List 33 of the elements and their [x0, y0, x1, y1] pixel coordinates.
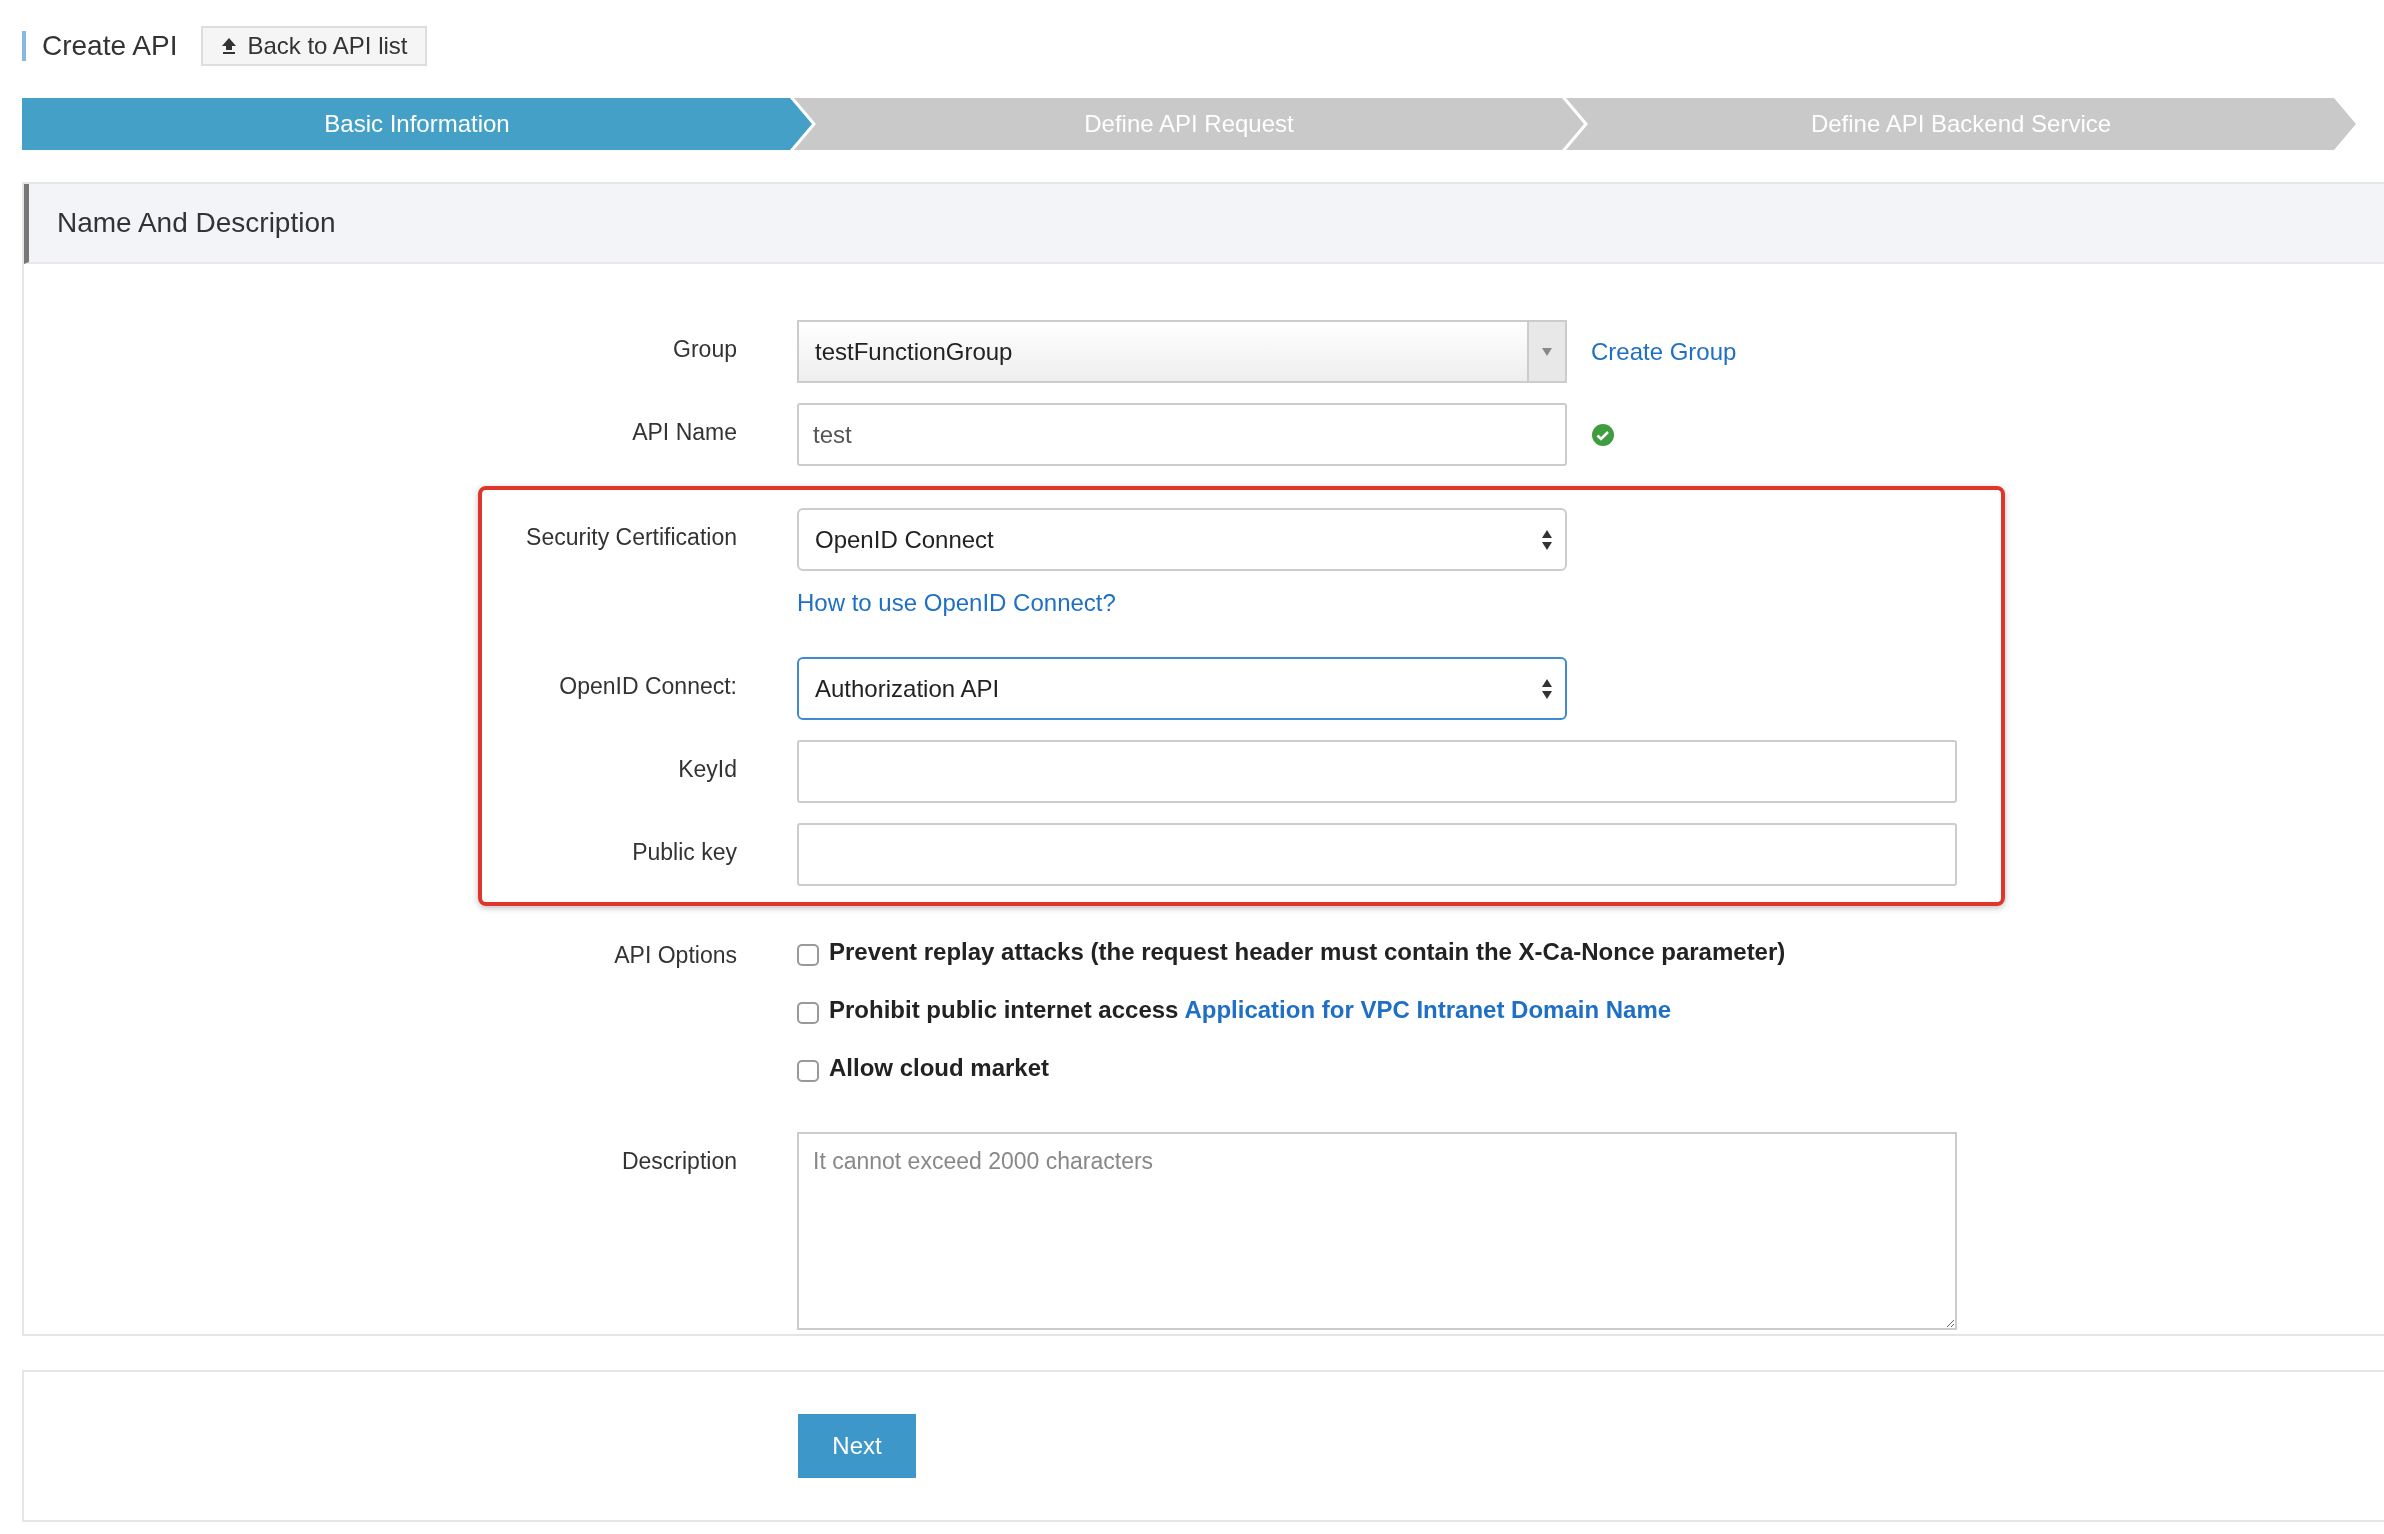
- input-field[interactable]: [797, 740, 1957, 803]
- back-button[interactable]: Back to API list: [201, 26, 428, 66]
- field-label: API Name: [631, 418, 737, 446]
- field-label: Security Certification: [525, 523, 737, 551]
- updown-arrow-icon: [1541, 677, 1553, 700]
- next-button[interactable]: Next: [798, 1414, 916, 1478]
- option-label: Prohibit public internet access: [829, 996, 1179, 1024]
- description-field[interactable]: It cannot exceed 2000 characters: [797, 1132, 1957, 1330]
- group-select[interactable]: testFunctionGroup: [797, 320, 1567, 383]
- updown-arrow-icon: [1541, 528, 1553, 551]
- field-label: KeyId: [677, 755, 737, 783]
- step-tab[interactable]: Basic Information: [22, 98, 812, 150]
- option-label: Prevent replay attacks (the request header must contain the X-Ca-Nonce parameter): [829, 938, 1786, 966]
- field-label: Description: [620, 1147, 737, 1175]
- field-label: OpenID Connect:: [558, 672, 737, 700]
- upload-arrow-icon: [221, 37, 238, 55]
- field-label: API Options: [613, 941, 737, 969]
- input-field[interactable]: [797, 823, 1957, 886]
- option-label: Allow cloud market: [829, 1054, 1050, 1082]
- create-group-link[interactable]: Create Group: [1591, 337, 1737, 366]
- field-label: Group: [672, 335, 737, 363]
- page-title: Create API: [22, 31, 178, 61]
- field-label: Public key: [631, 838, 737, 866]
- api-name-field[interactable]: test: [797, 403, 1567, 466]
- help-link[interactable]: How to use OpenID Connect?: [797, 589, 1567, 617]
- dropdown[interactable]: OpenID Connect: [797, 508, 1567, 571]
- section-title: Name And Description: [24, 184, 2384, 264]
- vpc-link[interactable]: Application for VPC Intranet Domain Name: [1184, 996, 1672, 1024]
- checkbox[interactable]: [797, 1060, 819, 1082]
- checkbox[interactable]: [797, 944, 819, 966]
- caret-icon: [1541, 346, 1553, 357]
- checkbox[interactable]: [797, 1002, 819, 1024]
- dropdown[interactable]: Authorization API: [797, 657, 1567, 720]
